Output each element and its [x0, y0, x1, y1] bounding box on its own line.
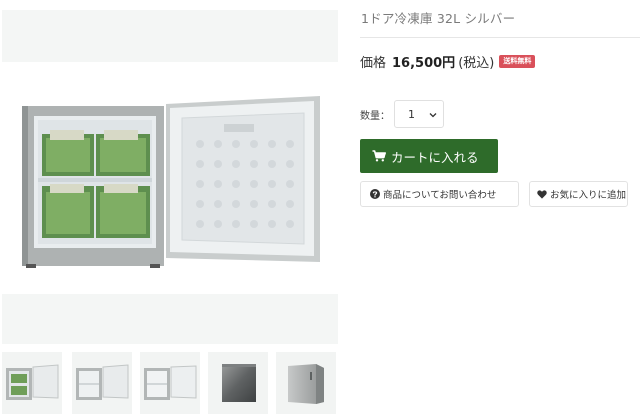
thumbnail-strip [2, 352, 340, 419]
add-to-cart-label: カートに入れる [391, 149, 479, 165]
free-shipping-badge: 送料無料 [499, 55, 536, 68]
product-inquiry-button[interactable]: 商品についてお問い合わせ [360, 181, 519, 207]
main-product-image[interactable] [20, 92, 322, 272]
image-placeholder-bottom [2, 294, 338, 344]
price-value: 16,500円 [392, 56, 456, 71]
quantity-label: 数量： [360, 110, 390, 122]
thumbnail-open-empty-front[interactable] [140, 352, 200, 414]
image-placeholder-top [2, 10, 338, 62]
add-to-cart-button[interactable]: カートに入れる [360, 139, 498, 173]
favorite-label: お気に入りに追加 [550, 190, 627, 201]
quantity-select[interactable]: 1 [394, 100, 444, 128]
heart-icon [537, 189, 547, 199]
inquiry-label: 商品についてお問い合わせ [383, 190, 497, 201]
add-to-favorites-button[interactable]: お気に入りに追加 [529, 181, 628, 207]
thumbnail-closed-angle[interactable] [276, 352, 336, 414]
thumbnail-open-empty[interactable] [72, 352, 132, 414]
product-title: 1ドア冷凍庫 32L シルバー [361, 11, 516, 26]
price-row: 価格 16,500円 (税込) 送料無料 [360, 52, 536, 71]
quantity-value: 1 [408, 107, 415, 121]
price-label: 価格 [360, 56, 387, 71]
question-circle-icon [370, 189, 380, 199]
title-divider [360, 37, 640, 38]
cart-icon [372, 150, 386, 162]
freezer-open-illustration [22, 96, 320, 268]
chevron-down-icon [429, 113, 437, 118]
thumbnail-closed-dark[interactable] [208, 352, 268, 414]
tax-label: (税込) [458, 56, 495, 71]
thumbnail-open-with-food[interactable] [2, 352, 62, 414]
quantity-row: 数量： 1 [360, 100, 444, 128]
